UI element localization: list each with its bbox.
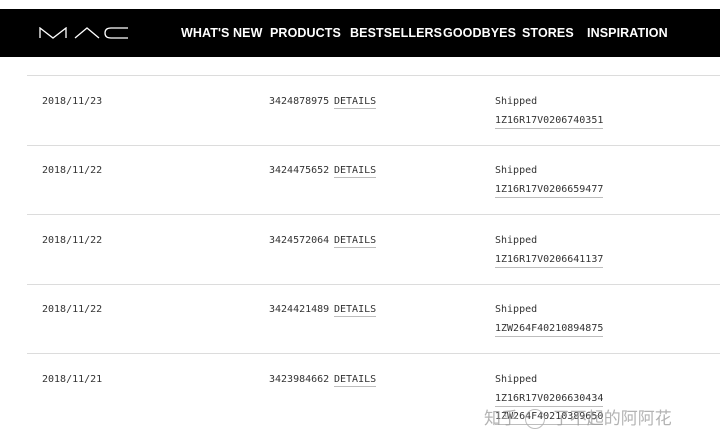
order-status: Shipped [495, 304, 538, 315]
nav-whats-new[interactable]: WHAT'S NEW [181, 25, 263, 41]
row-divider [27, 75, 720, 76]
order-number: 3424475652 [269, 165, 330, 176]
order-status: Shipped [495, 374, 538, 385]
at-badge-icon [525, 409, 546, 429]
order-date: 2018/11/21 [42, 374, 103, 385]
order-number: 3423984662 [269, 374, 330, 385]
nav-bestsellers[interactable]: BESTSELLERS [350, 25, 442, 41]
mac-logo[interactable] [39, 27, 129, 39]
nav-inspiration[interactable]: INSPIRATION [587, 25, 668, 41]
order-details-link[interactable]: DETAILS [334, 374, 377, 387]
order-date: 2018/11/22 [42, 165, 103, 176]
order-status: Shipped [495, 165, 538, 176]
nav-stores[interactable]: STORES [522, 25, 574, 41]
order-details-link[interactable]: DETAILS [334, 96, 377, 109]
watermark-author: 了不起的阿阿花 [552, 409, 672, 429]
order-details-link[interactable]: DETAILS [334, 304, 377, 317]
order-date: 2018/11/23 [42, 96, 103, 107]
nav-products[interactable]: PRODUCTS [270, 25, 341, 41]
order-number: 3424572064 [269, 235, 330, 246]
watermark: 知乎 了不起的阿阿花 [484, 404, 672, 429]
order-number: 3424421489 [269, 304, 330, 315]
order-details-link[interactable]: DETAILS [334, 235, 377, 248]
order-date: 2018/11/22 [42, 235, 103, 246]
watermark-site: 知乎 [484, 409, 518, 429]
order-status: Shipped [495, 96, 538, 107]
tracking-number-link[interactable]: 1Z16R17V0206641137 [495, 254, 604, 268]
row-divider [27, 214, 720, 215]
row-divider [27, 353, 720, 354]
nav-goodbyes[interactable]: GOODBYES [443, 25, 516, 41]
tracking-number-link[interactable]: 1Z16R17V0206740351 [495, 115, 604, 129]
tracking-number-link[interactable]: 1ZW264F40210894875 [495, 323, 604, 337]
order-details-link[interactable]: DETAILS [334, 165, 377, 178]
order-number: 3424878975 [269, 96, 330, 107]
top-white-strip [0, 0, 720, 9]
order-date: 2018/11/22 [42, 304, 103, 315]
site-header: WHAT'S NEW PRODUCTS BESTSELLERS GOODBYES… [0, 9, 720, 57]
row-divider [27, 284, 720, 285]
row-divider [27, 145, 720, 146]
tracking-number-link[interactable]: 1Z16R17V0206659477 [495, 184, 604, 198]
order-status: Shipped [495, 235, 538, 246]
